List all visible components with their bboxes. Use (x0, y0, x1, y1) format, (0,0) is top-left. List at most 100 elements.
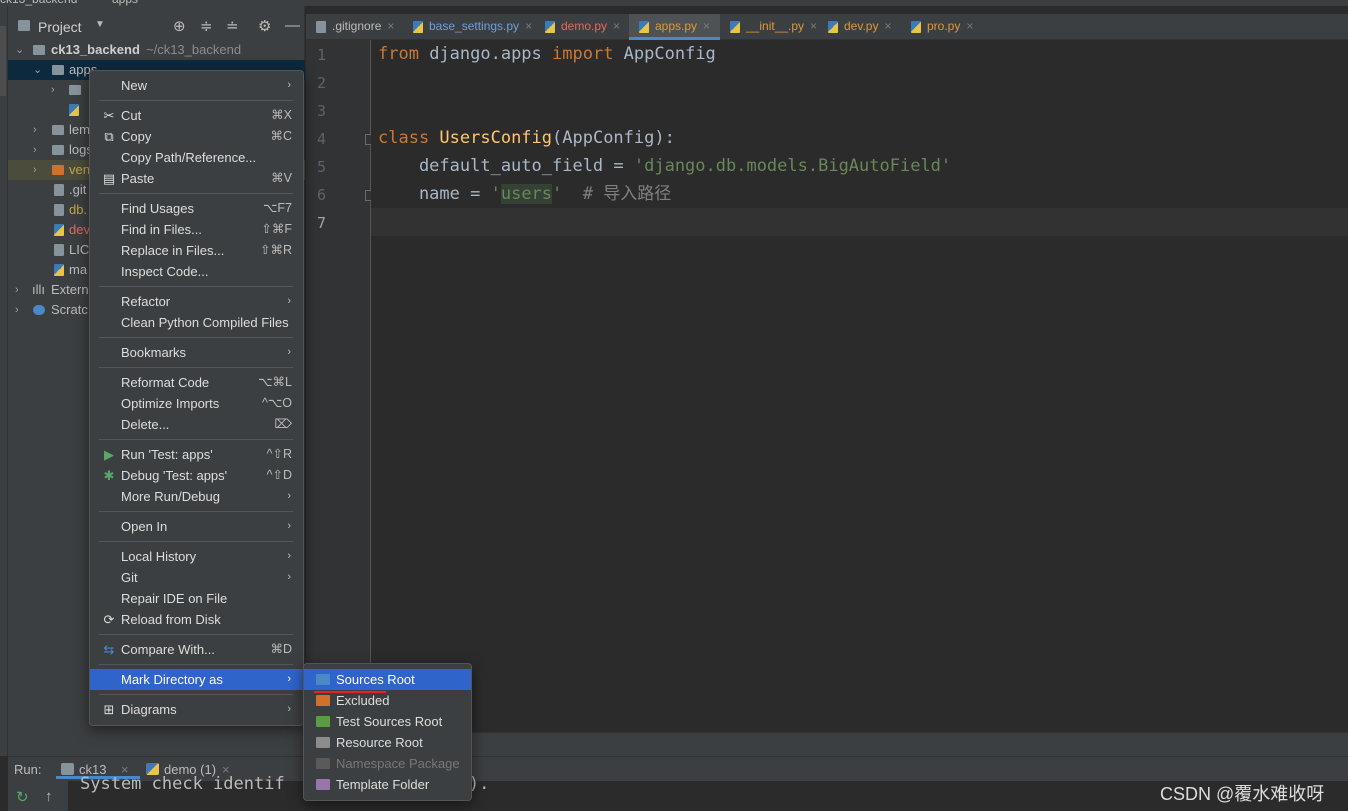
tab-dev[interactable]: dev.py × (818, 14, 901, 40)
code-editor[interactable]: from django.apps import AppConfig class … (371, 40, 1348, 732)
resource-folder-icon (316, 737, 330, 748)
submenu-item-sources-root[interactable]: Sources Root (304, 669, 471, 693)
menu-item-run-test[interactable]: ▶ Run 'Test: apps' ^⇧R (90, 444, 303, 465)
tab-demo[interactable]: demo.py × (535, 14, 629, 40)
library-icon: ıllı (32, 282, 45, 297)
chevron-right-icon: › (287, 490, 291, 502)
chevron-down-icon[interactable]: ▼ (95, 19, 105, 30)
menu-item-compare-with[interactable]: ⇆ Compare With... ⌘D (90, 639, 303, 660)
string-literal: 'django.db.models.BigAutoField' (633, 156, 952, 176)
tree-root[interactable]: ⌄ ck13_backend ~/ck13_backend (8, 40, 305, 60)
menu-item-open-in[interactable]: Open In › (90, 516, 303, 537)
submenu-label: Namespace Package (336, 756, 460, 771)
close-icon[interactable]: × (966, 19, 973, 33)
menu-item-clean-compiled[interactable]: Clean Python Compiled Files (90, 312, 303, 333)
close-icon[interactable]: × (525, 19, 532, 33)
menu-label: Clean Python Compiled Files (121, 315, 289, 330)
chevron-right-icon[interactable]: › (33, 120, 37, 140)
menu-label: Run 'Test: apps' (121, 447, 213, 462)
tree-root-label: ck13_backend (51, 42, 140, 57)
tab-apps[interactable]: apps.py × (629, 14, 720, 40)
tab-label: dev.py (844, 19, 879, 33)
module-name: django.apps (418, 44, 553, 64)
menu-item-inspect-code[interactable]: Inspect Code... (90, 261, 303, 282)
menu-item-local-history[interactable]: Local History › (90, 546, 303, 567)
python-file-icon (828, 21, 838, 33)
up-arrow-icon[interactable]: ↑ (45, 788, 53, 805)
expand-all-icon[interactable]: ≑ (200, 17, 213, 35)
scissors-icon: ✂ (103, 108, 115, 123)
python-file-icon (730, 21, 740, 33)
menu-item-diagrams[interactable]: ⊞ Diagrams › (90, 699, 303, 720)
menu-label: Optimize Imports (121, 396, 220, 411)
python-file-icon (545, 21, 555, 33)
close-icon[interactable]: × (703, 19, 710, 33)
tab-base-settings[interactable]: base_settings.py × (403, 14, 535, 40)
close-icon[interactable]: × (810, 19, 817, 33)
menu-item-bookmarks[interactable]: Bookmarks › (90, 342, 303, 363)
collapse-all-icon[interactable]: ≐ (226, 17, 239, 35)
menu-divider (99, 664, 293, 665)
menu-item-copy[interactable]: ⧉ Copy ⌘C (90, 126, 303, 147)
tab-pro[interactable]: pro.py × (901, 14, 985, 40)
gear-icon[interactable]: ⚙ (258, 17, 271, 35)
current-line-highlight (371, 208, 1348, 236)
menu-item-git[interactable]: Git › (90, 567, 303, 588)
tab-label: apps.py (655, 19, 698, 33)
menu-item-find-in-files[interactable]: Find in Files... ⇧⌘F (90, 219, 303, 240)
commit-tool-tab[interactable] (0, 106, 6, 146)
python-file-icon (911, 21, 921, 33)
menu-item-find-usages[interactable]: Find Usages ⌥F7 (90, 198, 303, 219)
close-icon[interactable]: × (387, 19, 394, 33)
menu-item-new[interactable]: New › (90, 75, 303, 96)
menu-item-reformat-code[interactable]: Reformat Code ⌥⌘L (90, 372, 303, 393)
submenu-item-resource-root[interactable]: Resource Root (304, 732, 471, 753)
tree-item-label: Extern (51, 282, 89, 297)
menu-item-optimize-imports[interactable]: Optimize Imports ^⌥O (90, 393, 303, 414)
tab-init[interactable]: __init__.py × (720, 14, 818, 40)
chevron-right-icon: › (287, 79, 291, 91)
context-menu: New › ✂ Cut ⌘X ⧉ Copy ⌘C Copy Path/Reference.… (89, 70, 304, 726)
run-toolbar: ↻ ↑ (8, 781, 68, 811)
close-icon[interactable]: × (613, 19, 620, 33)
chevron-right-icon[interactable]: › (33, 160, 37, 180)
menu-item-repair-ide[interactable]: Repair IDE on File (90, 588, 303, 609)
menu-item-cut[interactable]: ✂ Cut ⌘X (90, 105, 303, 126)
chevron-right-icon[interactable]: › (15, 280, 19, 300)
chevron-right-icon[interactable]: › (51, 80, 55, 100)
chevron-down-icon[interactable]: ⌄ (33, 60, 42, 80)
close-icon[interactable]: × (884, 19, 891, 33)
menu-item-reload-from-disk[interactable]: ⟳ Reload from Disk (90, 609, 303, 630)
project-title[interactable]: Project (38, 19, 82, 35)
rerun-icon[interactable]: ↻ (16, 788, 29, 806)
tree-root-path: ~/ck13_backend (146, 42, 242, 57)
minimize-icon[interactable]: — (285, 17, 300, 34)
menu-divider (99, 541, 293, 542)
menu-item-debug-test[interactable]: ✱ Debug 'Test: apps' ^⇧D (90, 465, 303, 486)
attribute: default_auto_field = (378, 156, 634, 176)
menu-item-paste[interactable]: ▤ Paste ⌘V (90, 168, 303, 189)
menu-item-delete[interactable]: Delete... ⌦ (90, 414, 303, 435)
menu-item-refactor[interactable]: Refactor › (90, 291, 303, 312)
menu-item-copy-path[interactable]: Copy Path/Reference... (90, 147, 303, 168)
project-tool-tab[interactable] (0, 26, 6, 96)
editor-gutter: 1 2 3 4 5 6 7 (306, 40, 376, 732)
menu-item-more-run-debug[interactable]: More Run/Debug › (90, 486, 303, 507)
submenu-item-excluded[interactable]: Excluded (304, 690, 471, 711)
folder-icon (52, 145, 64, 155)
tab-gitignore[interactable]: .gitignore × (306, 14, 403, 40)
chevron-down-icon[interactable]: ⌄ (15, 40, 24, 60)
attribute: name = (378, 184, 491, 204)
class-name: UsersConfig (429, 128, 553, 148)
submenu-item-test-sources-root[interactable]: Test Sources Root (304, 711, 471, 732)
editor-tab-bar: .gitignore × base_settings.py × demo.py × a… (306, 14, 1348, 40)
menu-divider (99, 100, 293, 101)
diagram-icon: ⊞ (103, 702, 115, 717)
chevron-right-icon[interactable]: › (33, 140, 37, 160)
locate-icon[interactable]: ⊕ (173, 17, 186, 35)
menu-item-mark-directory-as[interactable]: Mark Directory as › (90, 669, 303, 690)
string-literal: users (500, 184, 553, 204)
menu-item-replace-in-files[interactable]: Replace in Files... ⇧⌘R (90, 240, 303, 261)
chevron-right-icon[interactable]: › (15, 300, 19, 320)
submenu-item-template-folder[interactable]: Template Folder (304, 774, 471, 795)
